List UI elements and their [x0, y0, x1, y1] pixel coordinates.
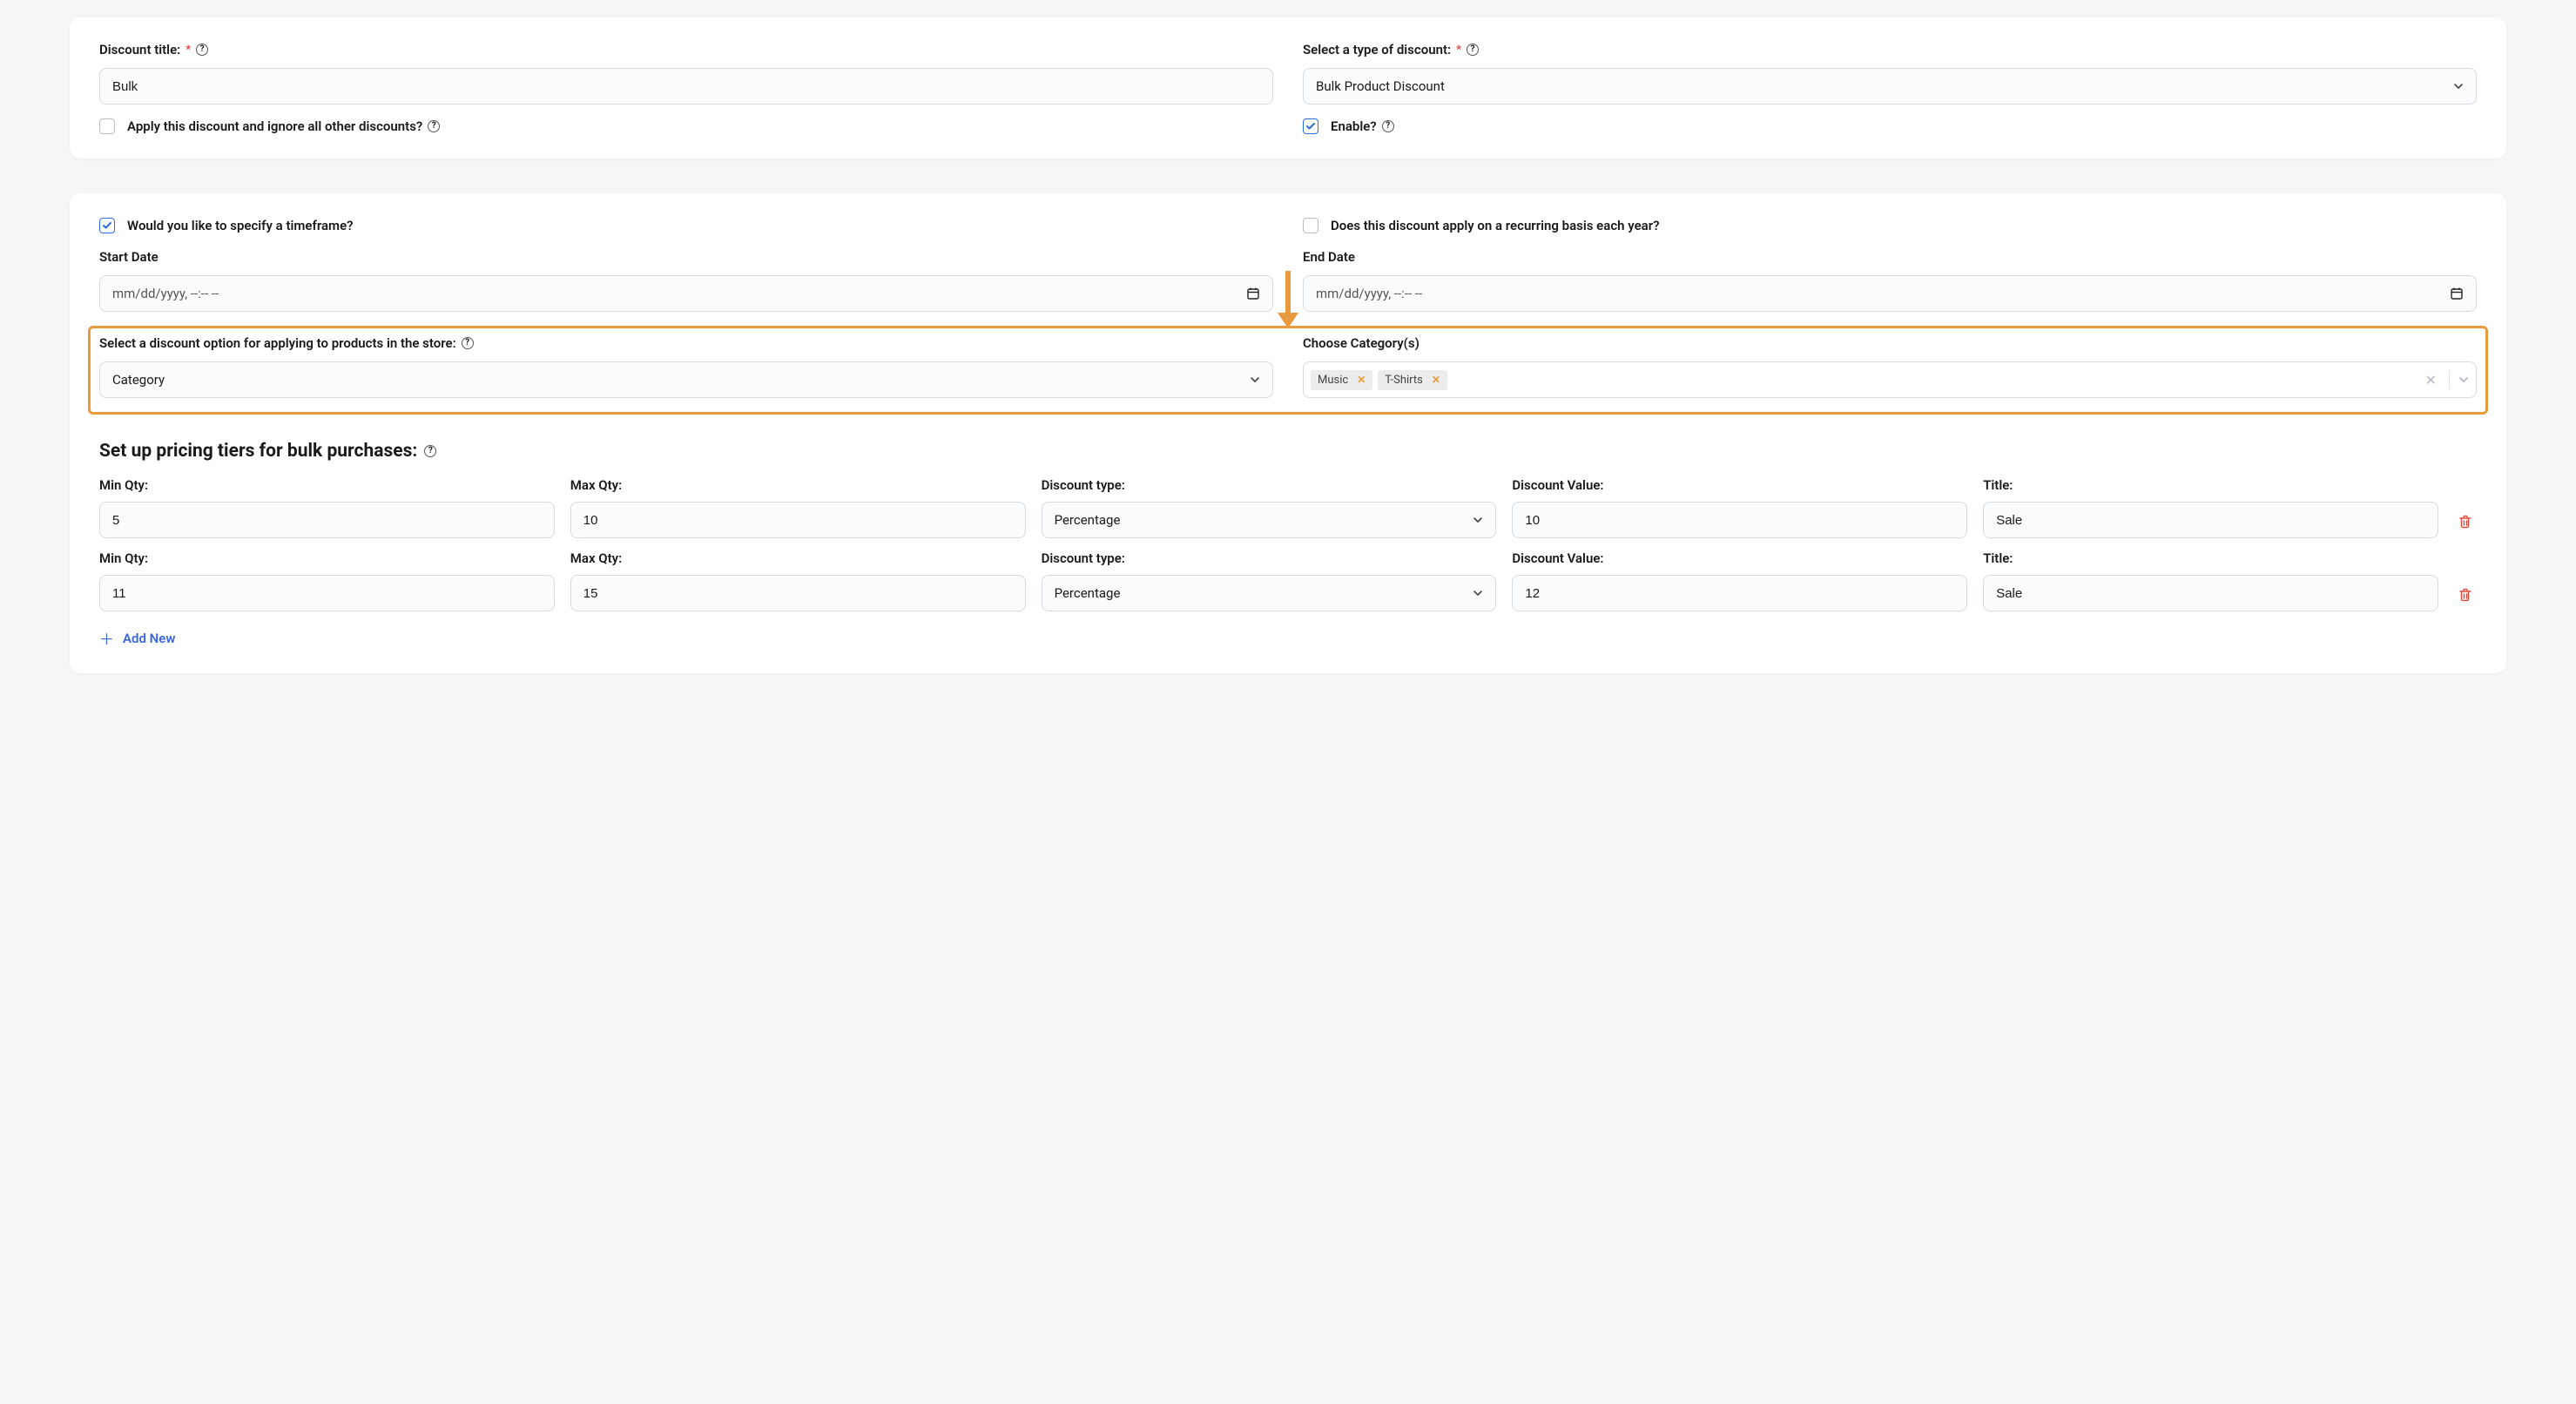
- max-qty-label: Max Qty:: [570, 550, 1026, 566]
- plus-icon: ＋: [99, 627, 114, 649]
- category-tags: Music ✕ T-Shirts ✕: [1311, 370, 2415, 390]
- required-star-icon: *: [185, 44, 191, 57]
- tier-row: Min Qty: Max Qty: Discount type: Percent…: [99, 477, 2477, 538]
- max-qty-label: Max Qty:: [570, 477, 1026, 493]
- discount-type-select[interactable]: Bulk Product Discount: [1303, 68, 2477, 105]
- chevron-down-icon: [2458, 375, 2469, 385]
- tier-discount-type-select[interactable]: Percentage: [1042, 502, 1497, 538]
- discount-type-label: Select a type of discount: * ?: [1303, 42, 2477, 57]
- calendar-icon: [1246, 287, 1260, 300]
- max-qty-input[interactable]: [570, 575, 1026, 611]
- delete-tier-button[interactable]: [2454, 587, 2477, 611]
- discount-option-label: Select a discount option for applying to…: [99, 335, 1273, 351]
- tier-title-input[interactable]: [1983, 575, 2438, 611]
- enable-label: Enable? ?: [1331, 118, 1394, 134]
- discount-config-card: Would you like to specify a timeframe? D…: [70, 193, 2506, 673]
- calendar-icon: [2450, 287, 2464, 300]
- recurring-checkbox[interactable]: [1303, 218, 1318, 233]
- delete-tier-button[interactable]: [2454, 514, 2477, 538]
- tier-title-input[interactable]: [1983, 502, 2438, 538]
- end-date-input[interactable]: mm/dd/yyyy, --:-- --: [1303, 275, 2477, 312]
- required-star-icon: *: [1456, 44, 1461, 57]
- choose-category-label: Choose Category(s): [1303, 335, 2477, 351]
- min-qty-input[interactable]: [99, 502, 555, 538]
- help-icon[interactable]: ?: [1467, 44, 1479, 56]
- recurring-label: Does this discount apply on a recurring …: [1331, 218, 1660, 233]
- category-tag: T-Shirts ✕: [1378, 370, 1447, 390]
- clear-all-icon[interactable]: ✕: [2422, 372, 2440, 388]
- min-qty-input[interactable]: [99, 575, 555, 611]
- timeframe-label: Would you like to specify a timeframe?: [127, 218, 354, 233]
- category-multiselect[interactable]: Music ✕ T-Shirts ✕ ✕: [1303, 361, 2477, 398]
- discount-title-input[interactable]: [99, 68, 1273, 105]
- discount-type-label: Discount type:: [1042, 550, 1497, 566]
- enable-checkbox[interactable]: [1303, 118, 1318, 134]
- ignore-others-label: Apply this discount and ignore all other…: [127, 118, 440, 134]
- help-icon[interactable]: ?: [428, 120, 440, 132]
- highlight-annotation: Select a discount option for applying to…: [88, 326, 2488, 415]
- tier-title-label: Title:: [1983, 477, 2438, 493]
- discount-basic-card: Discount title: * ? Select a type of dis…: [70, 17, 2506, 159]
- tier-discount-type-select[interactable]: Percentage: [1042, 575, 1497, 611]
- category-tag: Music ✕: [1311, 370, 1372, 390]
- chevron-down-icon: [1250, 375, 1260, 385]
- chevron-down-icon: [2453, 81, 2464, 91]
- discount-title-label: Discount title: * ?: [99, 42, 1273, 57]
- remove-tag-icon[interactable]: ✕: [1357, 374, 1366, 386]
- help-icon[interactable]: ?: [1382, 120, 1394, 132]
- add-tier-button[interactable]: ＋ Add New: [99, 627, 2477, 649]
- divider: [2449, 370, 2450, 389]
- chevron-down-icon: [1473, 515, 1483, 525]
- timeframe-checkbox[interactable]: [99, 218, 115, 233]
- help-icon[interactable]: ?: [424, 445, 436, 457]
- min-qty-label: Min Qty:: [99, 550, 555, 566]
- chevron-down-icon: [1473, 588, 1483, 598]
- discount-value-input[interactable]: [1512, 575, 1967, 611]
- discount-value-label: Discount Value:: [1512, 477, 1967, 493]
- tier-row: Min Qty: Max Qty: Discount type: Percent…: [99, 550, 2477, 611]
- discount-option-select[interactable]: Category: [99, 361, 1273, 398]
- end-date-label: End Date: [1303, 249, 2477, 265]
- min-qty-label: Min Qty:: [99, 477, 555, 493]
- discount-type-label: Discount type:: [1042, 477, 1497, 493]
- discount-value-label: Discount Value:: [1512, 550, 1967, 566]
- start-date-input[interactable]: mm/dd/yyyy, --:-- --: [99, 275, 1273, 312]
- pricing-tiers-heading: Set up pricing tiers for bulk purchases:…: [99, 441, 2477, 462]
- ignore-others-checkbox[interactable]: [99, 118, 115, 134]
- help-icon[interactable]: ?: [462, 337, 474, 349]
- start-date-label: Start Date: [99, 249, 1273, 265]
- tier-title-label: Title:: [1983, 550, 2438, 566]
- remove-tag-icon[interactable]: ✕: [1432, 374, 1440, 386]
- discount-value-input[interactable]: [1512, 502, 1967, 538]
- help-icon[interactable]: ?: [196, 44, 208, 56]
- max-qty-input[interactable]: [570, 502, 1026, 538]
